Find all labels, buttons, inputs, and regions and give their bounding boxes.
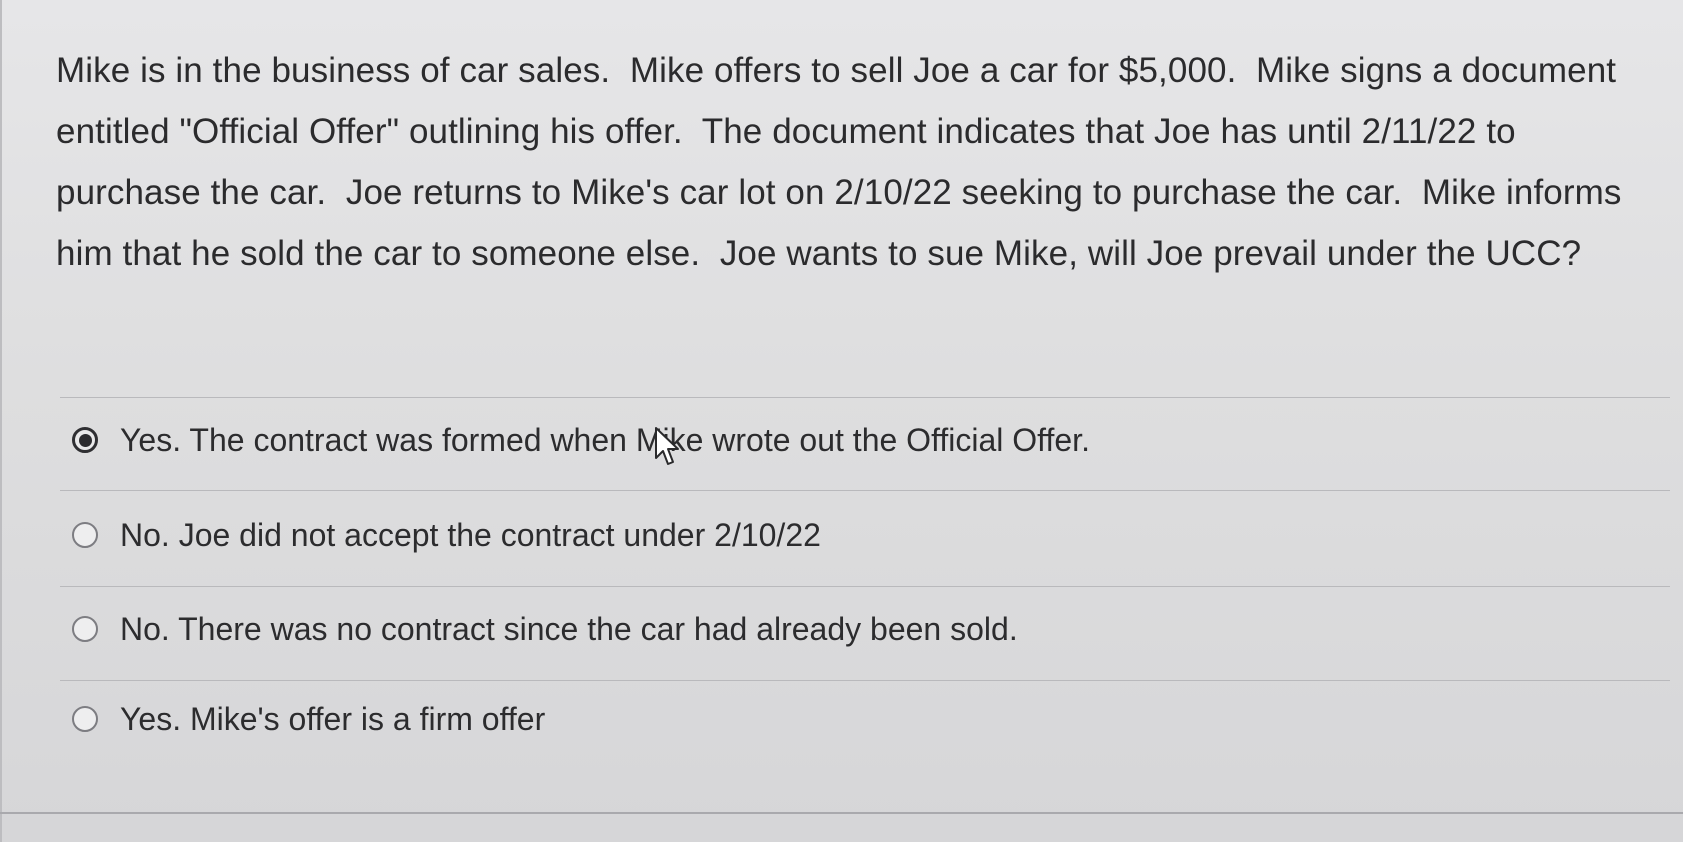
radio-unselected-icon[interactable] (72, 616, 98, 642)
radio-dot (78, 433, 92, 447)
radio-unselected-icon[interactable] (72, 706, 98, 732)
answer-option-4[interactable]: Yes. Mike's offer is a firm offer (72, 684, 1632, 754)
divider (60, 397, 1670, 398)
answer-label-3: No. There was no contract since the car … (120, 610, 1018, 647)
answer-label-2: No. Joe did not accept the contract unde… (120, 516, 821, 553)
divider (60, 680, 1670, 681)
frame-edge-bottom (0, 812, 1683, 814)
question-text: Mike is in the business of car sales. Mi… (56, 51, 1632, 273)
radio-unselected-icon[interactable] (72, 522, 98, 548)
answer-option-3[interactable]: No. There was no contract since the car … (72, 594, 1632, 664)
divider (60, 586, 1670, 587)
radio-selected-icon[interactable] (72, 427, 98, 453)
question-card: Mike is in the business of car sales. Mi… (4, 0, 1683, 812)
answer-label-1: Yes. The contract was formed when Mike w… (120, 421, 1090, 458)
frame-edge-left (0, 0, 2, 842)
answer-option-2[interactable]: No. Joe did not accept the contract unde… (72, 500, 1632, 570)
divider (60, 490, 1670, 491)
answer-option-1[interactable]: Yes. The contract was formed when Mike w… (72, 405, 1632, 475)
answer-label-4: Yes. Mike's offer is a firm offer (120, 700, 546, 737)
screen: Mike is in the business of car sales. Mi… (0, 0, 1683, 842)
mouse-pointer-icon (655, 427, 679, 465)
